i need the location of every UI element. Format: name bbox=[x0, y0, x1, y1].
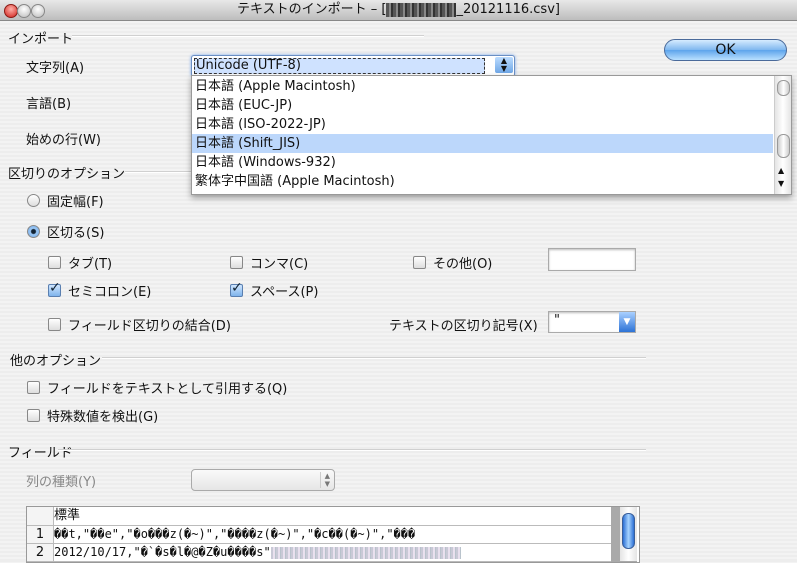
row-number: 1 bbox=[27, 526, 54, 544]
window-title-prefix: テキストのインポート – [ bbox=[237, 2, 387, 17]
other-label: その他(O) bbox=[433, 257, 493, 272]
divider bbox=[58, 449, 646, 451]
delimited-radio[interactable] bbox=[27, 225, 40, 238]
encoding-label: 文字列(A) bbox=[26, 61, 85, 76]
column-header[interactable]: 標準 bbox=[54, 507, 611, 526]
row-text: ��t,"��e","�o���z(�~)","����z(�~)","�c��… bbox=[54, 527, 416, 541]
other-delimiter-input[interactable] bbox=[548, 248, 636, 271]
space-checkbox[interactable] bbox=[230, 280, 243, 297]
corner-cell bbox=[27, 507, 54, 526]
encoding-option-selected[interactable]: 日本語 (Shift_JIS) bbox=[192, 134, 773, 153]
window-title-suffix: _20121116.csv] bbox=[456, 2, 560, 17]
zoom-button[interactable] bbox=[31, 4, 45, 18]
title-bar: テキストのインポート – [ _20121116.csv] bbox=[0, 0, 797, 21]
chevron-down-icon[interactable]: ▼ bbox=[619, 312, 635, 332]
preview-scrollbar[interactable] bbox=[620, 507, 637, 561]
encoding-option[interactable]: 日本語 (Windows-932) bbox=[192, 153, 773, 172]
table-row: 2012/10/17,"�`�s�l�@�Z�u����s" bbox=[54, 544, 611, 562]
scrollbar-thumb[interactable] bbox=[622, 513, 635, 549]
comma-checkbox[interactable] bbox=[230, 256, 243, 269]
fixed-width-label: 固定幅(F) bbox=[47, 195, 104, 210]
divider bbox=[72, 35, 424, 37]
encoding-dropdown-list[interactable]: 日本語 (Apple Macintosh) 日本語 (EUC-JP) 日本語 (… bbox=[191, 75, 792, 195]
fixed-width-radio[interactable] bbox=[27, 194, 40, 207]
semicolon-label: セミコロン(E) bbox=[68, 285, 152, 300]
delimited-label: 区切る(S) bbox=[47, 226, 105, 241]
data-preview-grid[interactable]: 標準 1 ��t,"��e","�o���z(�~)","����z(�~)",… bbox=[26, 506, 640, 563]
encoding-option[interactable]: 日本語 (EUC-JP) bbox=[192, 96, 773, 115]
divider bbox=[125, 171, 193, 173]
start-row-label: 始めの行(W) bbox=[26, 133, 101, 148]
encoding-option[interactable]: 日本語 (Apple Macintosh) bbox=[192, 77, 773, 96]
divider bbox=[102, 357, 646, 359]
column-type-select[interactable]: ▲ ▼ bbox=[191, 469, 335, 491]
encoding-select[interactable]: Unicode (UTF-8) ▲ ▼ bbox=[191, 55, 515, 77]
space-label: スペース(P) bbox=[250, 285, 319, 300]
redacted-content bbox=[270, 546, 461, 559]
row-number: 2 bbox=[27, 544, 54, 562]
text-delimiter-value: " bbox=[554, 313, 560, 328]
quote-as-text-checkbox[interactable] bbox=[27, 381, 40, 394]
other-options-section-title: 他のオプション bbox=[10, 354, 102, 369]
text-delimiter-combo[interactable]: " ▼ bbox=[548, 311, 636, 333]
encoding-value: Unicode (UTF-8) bbox=[194, 58, 485, 74]
fields-section-title: フィールド bbox=[8, 446, 73, 461]
scrollbar-thumb[interactable] bbox=[777, 134, 790, 158]
tab-label: タブ(T) bbox=[68, 257, 113, 272]
detect-special-label: 特殊数値を検出(G) bbox=[47, 410, 159, 425]
redacted-filename bbox=[386, 2, 457, 17]
close-button[interactable] bbox=[4, 4, 18, 18]
merge-delimiters-label: フィールド区切りの結合(D) bbox=[68, 319, 231, 334]
quote-as-text-label: フィールドをテキストとして引用する(Q) bbox=[47, 382, 288, 397]
separator-section-title: 区切りのオプション bbox=[8, 167, 126, 182]
import-section-title: インポート bbox=[8, 32, 74, 47]
language-label: 言語(B) bbox=[26, 97, 72, 112]
encoding-option[interactable]: 日本語 (ISO-2022-JP) bbox=[192, 115, 773, 134]
merge-delimiters-checkbox[interactable] bbox=[48, 318, 61, 331]
dropdown-scrollbar[interactable]: ▲ ▼ bbox=[774, 76, 791, 194]
text-delimiter-label: テキストの区切り記号(X) bbox=[389, 319, 538, 334]
row-text: 2012/10/17,"�`�s�l�@�Z�u����s" bbox=[54, 545, 271, 559]
encoding-option[interactable]: 繁体字中国語 (Apple Macintosh) bbox=[192, 172, 773, 191]
tab-checkbox[interactable] bbox=[48, 256, 61, 269]
updown-arrows-icon: ▲ ▼ bbox=[495, 57, 513, 73]
semicolon-checkbox[interactable] bbox=[48, 280, 61, 297]
comma-label: コンマ(C) bbox=[250, 257, 309, 272]
updown-arrows-icon: ▲ ▼ bbox=[319, 472, 330, 488]
ok-button[interactable]: OK bbox=[664, 39, 787, 61]
minimize-button[interactable] bbox=[17, 4, 31, 18]
scrollbar-top-cap bbox=[777, 80, 790, 96]
scroll-arrows-icon[interactable]: ▲ ▼ bbox=[778, 164, 784, 190]
table-row: ��t,"��e","�o���z(�~)","����z(�~)","�c��… bbox=[54, 526, 611, 544]
detect-special-checkbox[interactable] bbox=[27, 409, 40, 422]
other-checkbox[interactable] bbox=[413, 256, 426, 269]
column-type-label: 列の種類(Y) bbox=[26, 475, 97, 490]
